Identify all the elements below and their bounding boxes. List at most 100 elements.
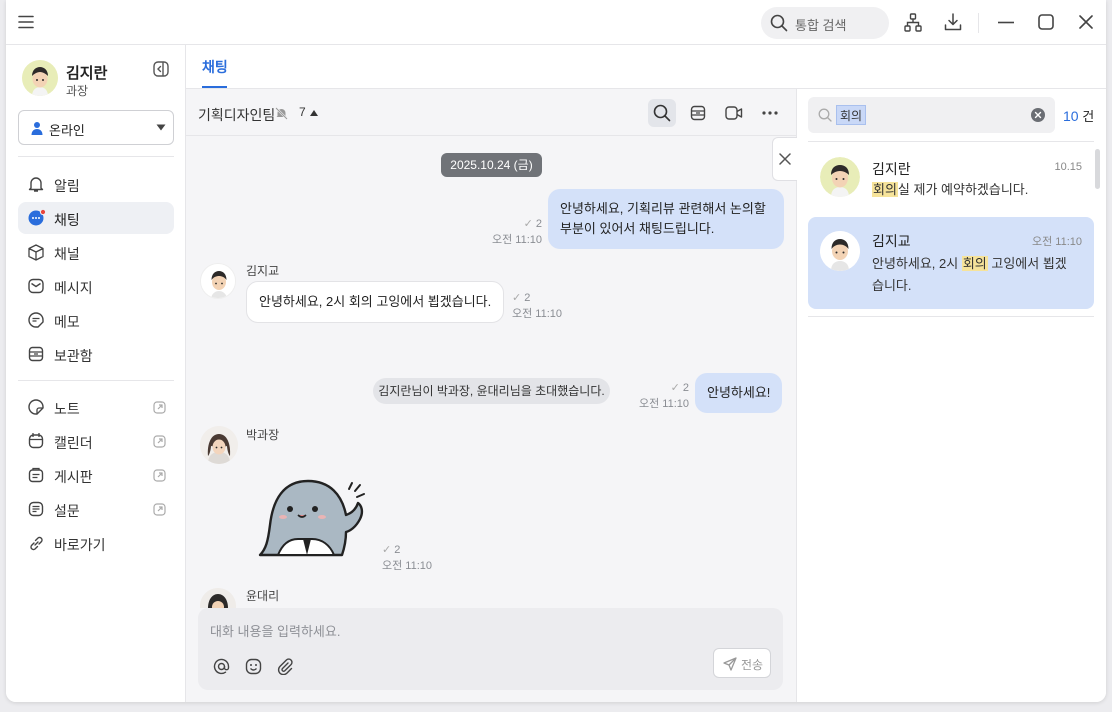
sidebar-item-survey[interactable]: 설문 — [18, 493, 174, 525]
search-result-item-selected[interactable]: 김지교 오전 11:10 안녕하세요, 2시 회의 고잉에서 뵙겠습니다. — [808, 217, 1094, 309]
result-avatar — [820, 157, 860, 197]
maximize-icon[interactable] — [1038, 14, 1054, 30]
more-options-button[interactable] — [756, 99, 784, 127]
result-sender-name: 김지란 — [872, 161, 911, 177]
sidebar-item-shortcut[interactable]: 바로가기 — [18, 527, 174, 559]
chat-header: 기획디자인팀 7 — [186, 89, 797, 136]
close-search-panel-button[interactable] — [772, 137, 798, 181]
sender-avatar[interactable] — [200, 263, 236, 299]
clear-search-icon[interactable] — [1031, 108, 1045, 122]
ghost-sticker[interactable] — [256, 467, 368, 557]
message-bubble-mine[interactable]: 안녕하세요, 기획리뷰 관련해서 논의할 부분이 있어서 채팅드립니다. — [548, 189, 784, 249]
mention-icon[interactable] — [213, 658, 230, 675]
collapse-sidebar-icon[interactable] — [153, 61, 169, 77]
tab-active-indicator — [202, 86, 227, 88]
chat-room: 기획디자인팀 7 2025.10.24 (금) ✓ 2 오전 11:10 안녕하… — [186, 89, 798, 702]
result-count: 10 건 — [1063, 106, 1094, 125]
download-icon[interactable] — [944, 13, 962, 31]
results-divider — [808, 141, 1094, 142]
search-results-panel: 회의 10 건 김지란 10.15 회의실 제가 예약하겠습니다. 김지교 오전… — [797, 89, 1106, 702]
result-text: 회의실 제가 예약하겠습니다. — [872, 179, 1082, 201]
video-call-button[interactable] — [720, 99, 748, 127]
tab-chat[interactable]: 채팅 — [202, 57, 228, 77]
room-name[interactable]: 기획디자인팀 — [198, 105, 275, 125]
results-scrollbar[interactable] — [1095, 149, 1100, 189]
close-icon — [779, 153, 791, 165]
sidebar-item-board[interactable]: 게시판 — [18, 459, 174, 491]
sender-name: 김지교 — [246, 264, 280, 278]
search-query: 회의 — [836, 105, 867, 125]
sidebar-item-message[interactable]: 메시지 — [18, 270, 174, 302]
status-dropdown[interactable]: 온라인 — [18, 110, 174, 145]
message-composer[interactable]: 대화 내용을 입력하세요. 전송 — [198, 608, 783, 690]
chat-icon — [28, 209, 46, 226]
global-search-input[interactable]: 통합 검색 — [761, 7, 889, 39]
result-text: 안녕하세요, 2시 회의 고잉에서 뵙겠습니다. — [872, 253, 1072, 297]
sidebar-item-archive[interactable]: 보관함 — [18, 338, 174, 370]
message-bubble-mine[interactable]: 안녕하세요! — [695, 373, 783, 413]
sidebar-item-alerts[interactable]: 알림 — [18, 168, 174, 200]
read-check-icon: ✓ — [512, 292, 525, 304]
sidebar-item-label: 캘린더 — [54, 435, 93, 451]
video-camera-icon — [725, 106, 743, 120]
user-name: 김지란 — [66, 65, 108, 82]
sidebar-item-note[interactable]: 노트 — [18, 391, 174, 423]
app-window: 통합 검색 김지란 과장 온라인 알림 채팅 채널 메시지 메모 보관함 노트 … — [6, 0, 1106, 702]
search-result-item[interactable]: 김지란 10.15 회의실 제가 예약하겠습니다. — [808, 145, 1094, 209]
sidebar-item-label: 알림 — [54, 178, 80, 194]
caret-up-icon[interactable] — [310, 110, 318, 116]
send-label: 전송 — [741, 658, 764, 672]
status-label: 온라인 — [49, 123, 85, 138]
sender-name: 윤대리 — [246, 589, 280, 603]
chat-search-input[interactable]: 회의 — [808, 97, 1055, 133]
read-count: 2 — [535, 218, 542, 230]
read-check-icon: ✓ — [523, 218, 536, 230]
global-search-placeholder: 통합 검색 — [795, 18, 847, 33]
result-text-pre: 안녕하세요, 2시 — [872, 256, 962, 271]
message-time: 오전 11:10 — [639, 398, 690, 410]
result-avatar — [820, 231, 860, 271]
tab-bar: 채팅 — [186, 45, 1106, 89]
survey-icon — [28, 501, 44, 517]
sidebar-item-channel[interactable]: 채널 — [18, 236, 174, 268]
bell-icon — [28, 177, 44, 192]
sidebar-item-chat[interactable]: 채팅 — [18, 202, 174, 234]
chat-search-button[interactable] — [648, 99, 676, 127]
message-time: 오전 11:10 — [492, 234, 543, 246]
close-icon[interactable] — [1079, 15, 1093, 29]
mute-bell-icon[interactable] — [275, 107, 288, 120]
sidebar-item-memo[interactable]: 메모 — [18, 304, 174, 336]
sidebar-divider — [18, 156, 174, 157]
sidebar-item-label: 메모 — [54, 314, 80, 330]
message-meta: ✓ 2 오전 11:10 — [639, 380, 689, 412]
sidebar-item-calendar[interactable]: 캘린더 — [18, 425, 174, 457]
sender-avatar[interactable] — [200, 426, 238, 464]
org-chart-icon[interactable] — [904, 13, 922, 32]
result-time: 오전 11:10 — [1031, 236, 1082, 248]
message-time: 오전 11:10 — [512, 308, 563, 320]
result-highlight: 회의 — [961, 256, 988, 271]
message-time: 오전 11:10 — [382, 560, 433, 572]
sidebar-item-label: 바로가기 — [54, 537, 106, 553]
search-icon — [653, 104, 671, 122]
read-count: 2 — [682, 382, 689, 394]
minimize-icon[interactable] — [998, 21, 1014, 24]
message-bubble-other[interactable]: 안녕하세요, 2시 회의 고잉에서 뵙겠습니다. — [246, 281, 505, 323]
sidebar-divider — [18, 380, 174, 381]
hamburger-menu-icon[interactable] — [18, 15, 34, 29]
message-meta: ✓ 2 오전 11:10 — [512, 290, 572, 322]
chat-archive-button[interactable] — [684, 99, 712, 127]
sidebar-item-label: 보관함 — [54, 348, 93, 364]
emoji-icon[interactable] — [245, 658, 262, 675]
user-avatar[interactable] — [22, 60, 58, 96]
send-button[interactable]: 전송 — [713, 648, 771, 678]
sender-avatar[interactable] — [200, 588, 236, 608]
system-message: 김지란님이 박과장, 윤대리님을 초대했습니다. — [373, 378, 610, 404]
read-count: 2 — [394, 544, 401, 556]
message-input-placeholder: 대화 내용을 입력하세요. — [210, 624, 341, 639]
cube-icon — [28, 244, 44, 261]
result-sender-name: 김지교 — [872, 233, 911, 249]
sidebar-item-label: 채팅 — [54, 212, 80, 228]
member-count[interactable]: 7 — [299, 105, 306, 119]
attachment-icon[interactable] — [277, 658, 294, 675]
